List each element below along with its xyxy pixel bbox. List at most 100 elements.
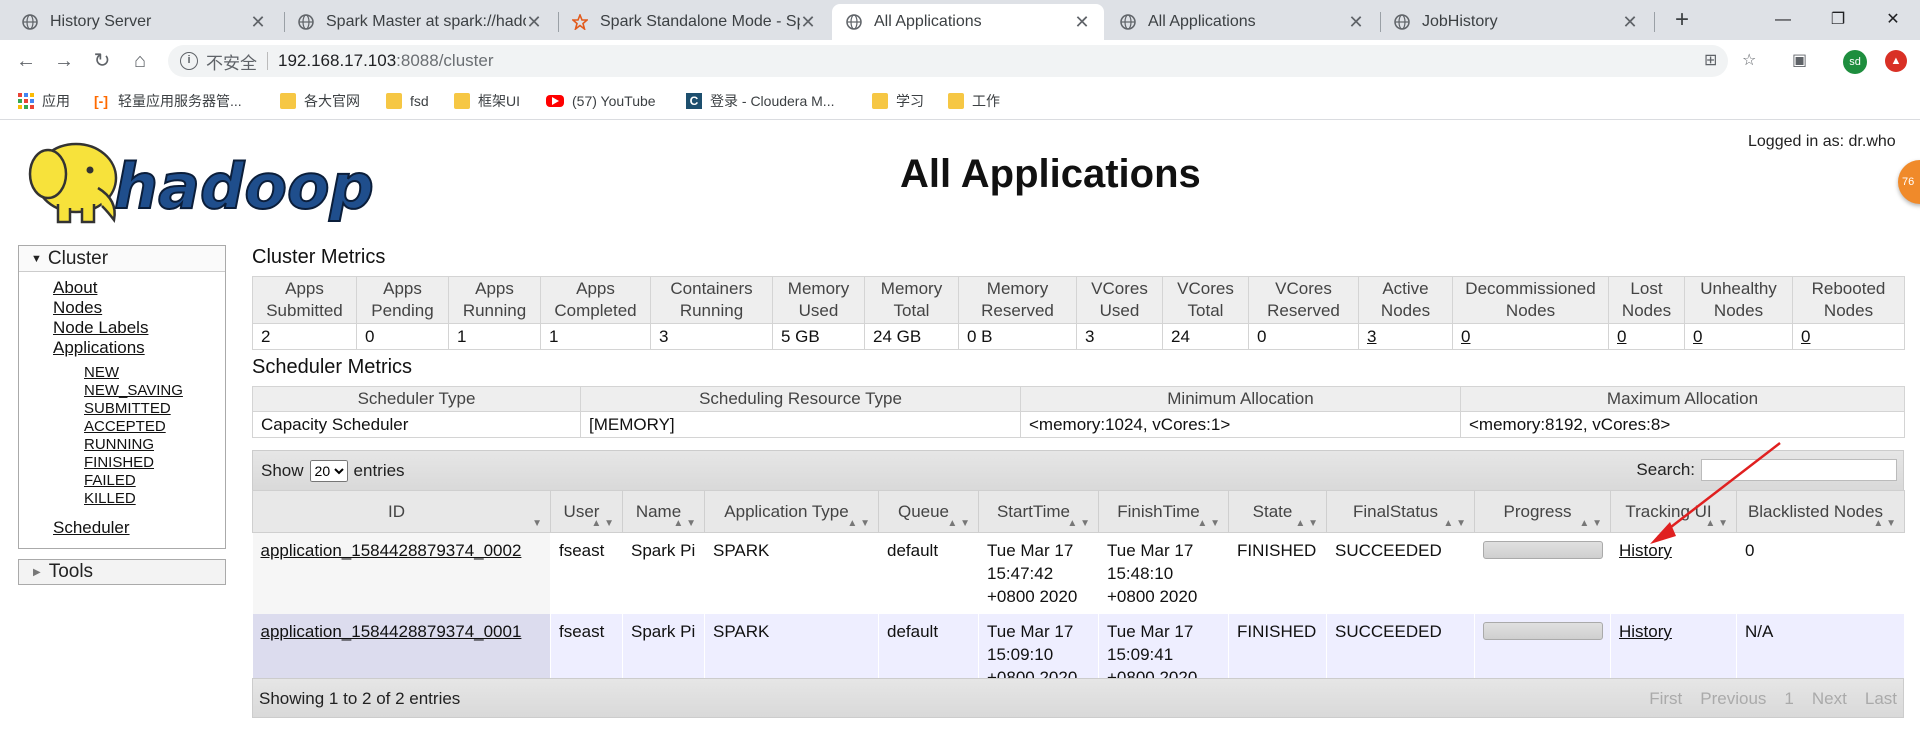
cell-type: SPARK: [704, 532, 879, 614]
column-header[interactable]: ID ▼: [252, 490, 551, 533]
metric-link[interactable]: 0: [1461, 327, 1470, 346]
page-size-select[interactable]: 20: [309, 460, 348, 482]
reload-icon[interactable]: ↻: [90, 49, 114, 73]
tab-title: All Applications: [1148, 13, 1256, 30]
sidebar-state-failed[interactable]: FAILED: [84, 472, 225, 490]
sidebar-link-node-labels[interactable]: Node Labels: [53, 318, 225, 338]
table-row: application_1584428879374_0002 fseast Spar…: [252, 532, 1905, 614]
metric-link[interactable]: 3: [1367, 327, 1376, 346]
sidebar-state-killed[interactable]: KILLED: [84, 490, 225, 508]
sidebar-state-new-saving[interactable]: NEW_SAVING: [84, 382, 225, 400]
column-header[interactable]: Blacklisted Nodes ▲ ▼: [1736, 490, 1905, 533]
column-header[interactable]: State ▲ ▼: [1228, 490, 1327, 533]
column-header[interactable]: Tracking UI ▲ ▼: [1610, 490, 1737, 533]
extension-icon[interactable]: ▣: [1792, 50, 1807, 72]
column-header[interactable]: FinalStatus ▲ ▼: [1326, 490, 1475, 533]
cluster-metric-header: Memory Reserved: [958, 276, 1077, 324]
history-link[interactable]: History: [1619, 622, 1672, 641]
bookmark-youtube[interactable]: (57) YouTube: [546, 91, 656, 111]
cluster-metric-header: Apps Submitted: [252, 276, 357, 324]
column-header[interactable]: StartTime ▲ ▼: [978, 490, 1099, 533]
cluster-metric-value: 2: [252, 323, 357, 350]
tab-title: JobHistory: [1422, 13, 1498, 30]
column-header[interactable]: Queue ▲ ▼: [878, 490, 979, 533]
close-icon[interactable]: ✕: [1074, 12, 1090, 33]
sidebar-state-running[interactable]: RUNNING: [84, 436, 225, 454]
bookmark-folder-guanwang[interactable]: 各大官网: [280, 91, 360, 111]
bookmark-star-icon[interactable]: ☆: [1742, 50, 1756, 72]
bookmark-cloudera[interactable]: C 登录 - Cloudera M...: [686, 91, 834, 111]
cluster-metric-value[interactable]: 0: [1792, 323, 1905, 350]
cluster-metric-value[interactable]: 0: [1684, 323, 1793, 350]
extension-red-icon[interactable]: ▲: [1885, 50, 1907, 72]
bookmark-folder-fsd[interactable]: fsd: [386, 91, 429, 111]
bookmark-folder-xuexi[interactable]: 学习: [872, 91, 924, 111]
forward-arrow-icon[interactable]: →: [52, 49, 76, 73]
browser-tab-4-active[interactable]: All Applications ✕: [832, 4, 1104, 40]
pager-last[interactable]: Last: [1865, 689, 1897, 709]
sidebar-link-about[interactable]: About: [53, 278, 225, 298]
cluster-metric-value[interactable]: 0: [1608, 323, 1685, 350]
restore-button[interactable]: ❐: [1815, 6, 1861, 34]
sidebar-state-accepted[interactable]: ACCEPTED: [84, 418, 225, 436]
application-id-link[interactable]: application_1584428879374_0002: [261, 541, 522, 560]
bookmarks-bar: 应用 [-] 轻量应用服务器管... 各大官网 fsd 框架UI (57) Yo…: [0, 82, 1920, 120]
bookmark-apps[interactable]: 应用: [18, 91, 70, 111]
pager-previous[interactable]: Previous: [1700, 689, 1766, 709]
column-header[interactable]: User ▲ ▼: [550, 490, 623, 533]
pager-first[interactable]: First: [1649, 689, 1682, 709]
column-header[interactable]: Application Type ▲ ▼: [704, 490, 879, 533]
address-bar[interactable]: i 不安全 192.168.17.103:8088/cluster: [168, 45, 1728, 77]
globe-icon: [22, 14, 38, 30]
info-icon[interactable]: i: [180, 52, 198, 70]
sidebar-state-finished[interactable]: FINISHED: [84, 454, 225, 472]
cluster-menu-header[interactable]: ▼ Cluster: [19, 246, 225, 272]
bookmark-folder-gongzuo[interactable]: 工作: [948, 91, 1000, 111]
cluster-metric-header: Active Nodes: [1358, 276, 1453, 324]
metric-link[interactable]: 0: [1617, 327, 1626, 346]
close-icon[interactable]: ✕: [1348, 12, 1364, 33]
minimize-button[interactable]: —: [1760, 6, 1806, 34]
cluster-metric-value: 0 B: [958, 323, 1077, 350]
translate-icon[interactable]: ⊞: [1704, 50, 1717, 72]
column-header[interactable]: FinishTime ▲ ▼: [1098, 490, 1229, 533]
progress-bar: [1483, 541, 1603, 559]
metric-link[interactable]: 0: [1693, 327, 1702, 346]
browser-tab-5[interactable]: All Applications ✕: [1106, 4, 1378, 40]
pager-next[interactable]: Next: [1812, 689, 1847, 709]
cluster-metric-value[interactable]: 0: [1452, 323, 1609, 350]
new-tab-button[interactable]: +: [1668, 6, 1696, 34]
sidebar-link-scheduler[interactable]: Scheduler: [53, 518, 225, 538]
browser-tab-3[interactable]: Spark Standalone Mode - Sp ✕: [558, 4, 830, 40]
home-icon[interactable]: ⌂: [128, 49, 152, 73]
hadoop-logo[interactable]: hadoop: [18, 130, 378, 230]
cluster-metric-value[interactable]: 3: [1358, 323, 1453, 350]
sidebar-link-nodes[interactable]: Nodes: [53, 298, 225, 318]
close-icon[interactable]: ✕: [250, 12, 266, 33]
pager-1[interactable]: 1: [1784, 689, 1793, 709]
browser-tab-6[interactable]: JobHistory ✕: [1380, 4, 1652, 40]
back-arrow-icon[interactable]: ←: [14, 49, 38, 73]
sidebar-state-new[interactable]: NEW: [84, 364, 225, 382]
metric-link[interactable]: 0: [1801, 327, 1810, 346]
close-icon[interactable]: ✕: [526, 12, 542, 33]
cluster-metric-value: 24 GB: [864, 323, 959, 350]
bookmark-folder-kuangjia[interactable]: 框架UI: [454, 91, 520, 111]
sidebar-state-submitted[interactable]: SUBMITTED: [84, 400, 225, 418]
tools-menu-header[interactable]: ▶ Tools: [18, 559, 226, 585]
close-window-button[interactable]: ✕: [1870, 6, 1916, 34]
history-link[interactable]: History: [1619, 541, 1672, 560]
close-icon[interactable]: ✕: [800, 12, 816, 33]
scheduler-metric-value: Capacity Scheduler: [252, 411, 581, 438]
floating-badge[interactable]: 76: [1898, 160, 1920, 204]
browser-tab-2[interactable]: Spark Master at spark://hadoop ✕: [284, 4, 556, 40]
application-id-link[interactable]: application_1584428879374_0001: [261, 622, 522, 641]
profile-avatar[interactable]: sd: [1843, 50, 1867, 74]
close-icon[interactable]: ✕: [1622, 12, 1638, 33]
bookmark-aliyun[interactable]: [-] 轻量应用服务器管...: [94, 91, 242, 111]
column-header[interactable]: Progress ▲ ▼: [1474, 490, 1611, 533]
search-input[interactable]: [1701, 459, 1897, 481]
browser-tab-1[interactable]: History Server ✕: [8, 4, 280, 40]
sidebar-link-applications[interactable]: Applications: [53, 338, 225, 358]
column-header[interactable]: Name ▲ ▼: [622, 490, 705, 533]
